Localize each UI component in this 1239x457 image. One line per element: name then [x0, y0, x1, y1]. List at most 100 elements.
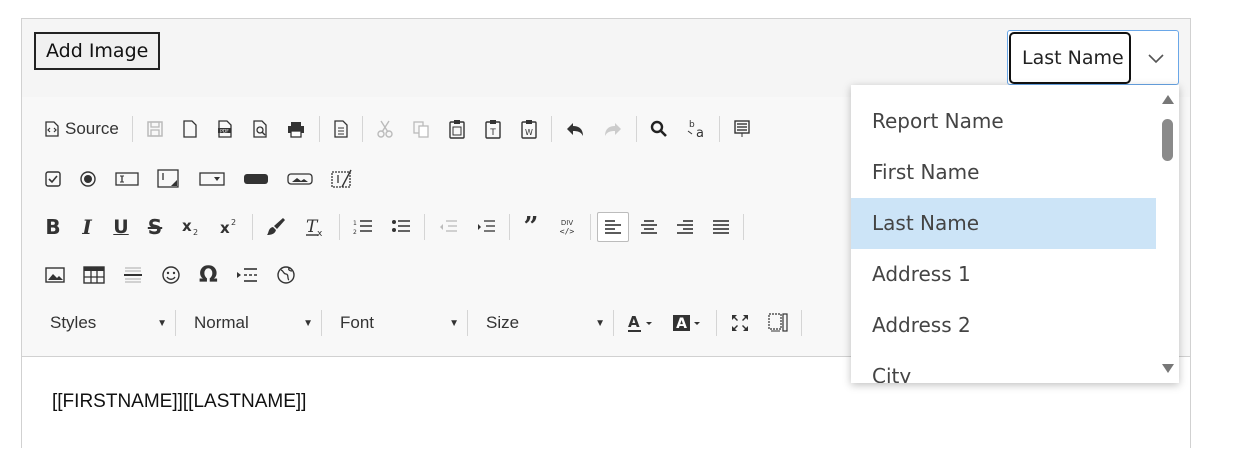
- smiley-button[interactable]: [154, 260, 188, 290]
- textarea-button[interactable]: [150, 164, 188, 194]
- justify-icon: [712, 219, 730, 235]
- styles-label: Styles: [50, 313, 97, 332]
- hidden-field-icon: [331, 169, 355, 189]
- scroll-down-arrow-icon[interactable]: [1162, 364, 1174, 373]
- page-break-button[interactable]: [229, 260, 265, 290]
- text-color-button[interactable]: A: [620, 308, 662, 338]
- dropdown-option[interactable]: Address 2: [851, 300, 1156, 351]
- find-button[interactable]: [643, 114, 675, 144]
- remove-format-icon: Tx: [304, 217, 326, 237]
- form-button[interactable]: [726, 114, 758, 144]
- print-button[interactable]: [279, 114, 313, 144]
- increase-indent-button[interactable]: [469, 212, 503, 242]
- svg-text:</>: </>: [560, 227, 575, 236]
- toolbar-separator: [801, 310, 802, 336]
- editor-content[interactable]: [[FIRSTNAME]][[LASTNAME]]: [52, 391, 306, 413]
- redo-icon: [603, 121, 623, 137]
- dropdown-option[interactable]: Report Name: [851, 96, 1156, 147]
- redo-button[interactable]: [596, 114, 630, 144]
- replace-button[interactable]: ba: [679, 114, 713, 144]
- strikethrough-button[interactable]: S: [140, 212, 170, 242]
- justify-button[interactable]: [705, 212, 737, 242]
- hidden-field-button[interactable]: [324, 164, 362, 194]
- print-icon: [286, 120, 306, 138]
- background-color-button[interactable]: A: [666, 308, 710, 338]
- align-left-button[interactable]: [597, 212, 629, 242]
- copy-button[interactable]: [405, 114, 437, 144]
- save-icon: [146, 120, 164, 138]
- dropdown-scrollbar[interactable]: [1156, 85, 1179, 383]
- dropdown-option[interactable]: Last Name: [851, 198, 1156, 249]
- align-center-button[interactable]: [633, 212, 665, 242]
- align-right-button[interactable]: [669, 212, 701, 242]
- italic-button[interactable]: I: [72, 212, 102, 242]
- font-combo[interactable]: Font ▼: [328, 308, 465, 338]
- toolbar-separator: [716, 310, 717, 336]
- numbered-list-button[interactable]: 12: [346, 212, 380, 242]
- preview-button[interactable]: [245, 114, 275, 144]
- button-field-button[interactable]: [236, 164, 276, 194]
- paste-word-button[interactable]: W: [513, 114, 545, 144]
- radio-button[interactable]: [72, 164, 104, 194]
- bulleted-list-button[interactable]: [384, 212, 418, 242]
- new-page-button[interactable]: [175, 114, 205, 144]
- size-label: Size: [486, 313, 520, 332]
- format-combo[interactable]: Normal ▼: [182, 308, 319, 338]
- table-button[interactable]: [76, 260, 112, 290]
- svg-text:x: x: [317, 229, 323, 237]
- toolbar-separator: [321, 310, 322, 336]
- subscript-button[interactable]: x2: [174, 212, 208, 242]
- bold-button[interactable]: B: [38, 212, 68, 242]
- maximize-button[interactable]: [723, 308, 757, 338]
- size-combo[interactable]: Size ▼: [474, 308, 611, 338]
- show-blocks-button[interactable]: [761, 308, 795, 338]
- create-div-button[interactable]: DIV </>: [550, 212, 584, 242]
- background-color-icon: A: [673, 313, 703, 333]
- align-center-icon: [640, 219, 658, 235]
- export-pdf-button[interactable]: PDF: [209, 114, 241, 144]
- dropdown-option[interactable]: City: [851, 351, 1156, 383]
- undo-button[interactable]: [558, 114, 592, 144]
- toolbar-separator: [131, 116, 133, 142]
- blockquote-button[interactable]: ”: [516, 212, 546, 242]
- decrease-indent-button[interactable]: [431, 212, 465, 242]
- field-select-value[interactable]: Last Name: [1009, 32, 1131, 84]
- checkbox-button[interactable]: [38, 164, 68, 194]
- dropdown-option[interactable]: First Name: [851, 147, 1156, 198]
- horizontal-line-button[interactable]: [116, 260, 150, 290]
- scroll-up-arrow-icon[interactable]: [1162, 95, 1174, 104]
- scroll-thumb[interactable]: [1162, 119, 1173, 161]
- paintbrush-icon: [266, 217, 286, 237]
- replace-icon: ba: [686, 119, 706, 139]
- image-button-field-button[interactable]: [280, 164, 320, 194]
- templates-button[interactable]: [326, 114, 356, 144]
- image-button[interactable]: [38, 260, 72, 290]
- special-char-button[interactable]: Ω: [192, 260, 225, 290]
- page-break-icon: [236, 267, 258, 283]
- svg-text:A: A: [676, 316, 687, 332]
- copy-format-button[interactable]: [259, 212, 293, 242]
- field-select-dropdown[interactable]: Report Name First Name Last Name Address 1A…: [851, 85, 1179, 383]
- iframe-button[interactable]: [269, 260, 303, 290]
- remove-format-button[interactable]: Tx: [297, 212, 333, 242]
- dropdown-option[interactable]: Address 1: [851, 249, 1156, 300]
- div-icon: DIV </>: [557, 217, 577, 237]
- save-button[interactable]: [139, 114, 171, 144]
- select-field-button[interactable]: [192, 164, 232, 194]
- cut-button[interactable]: [369, 114, 401, 144]
- svg-text:1: 1: [353, 220, 357, 227]
- chevron-down-icon[interactable]: [1133, 31, 1178, 84]
- horizontal-line-icon: [123, 265, 143, 285]
- paste-button[interactable]: [441, 114, 473, 144]
- styles-combo[interactable]: Styles ▼: [38, 308, 173, 338]
- maximize-icon: [730, 313, 750, 333]
- paste-text-button[interactable]: T: [477, 114, 509, 144]
- numbered-list-icon: 12: [353, 218, 373, 236]
- add-image-button[interactable]: Add Image: [34, 32, 161, 70]
- superscript-button[interactable]: x2: [212, 212, 246, 242]
- text-field-button[interactable]: [108, 164, 146, 194]
- field-select[interactable]: Last Name: [1007, 30, 1179, 85]
- strikethrough-icon: S: [147, 215, 163, 239]
- source-button[interactable]: Source: [38, 114, 126, 144]
- underline-button[interactable]: U: [106, 212, 136, 242]
